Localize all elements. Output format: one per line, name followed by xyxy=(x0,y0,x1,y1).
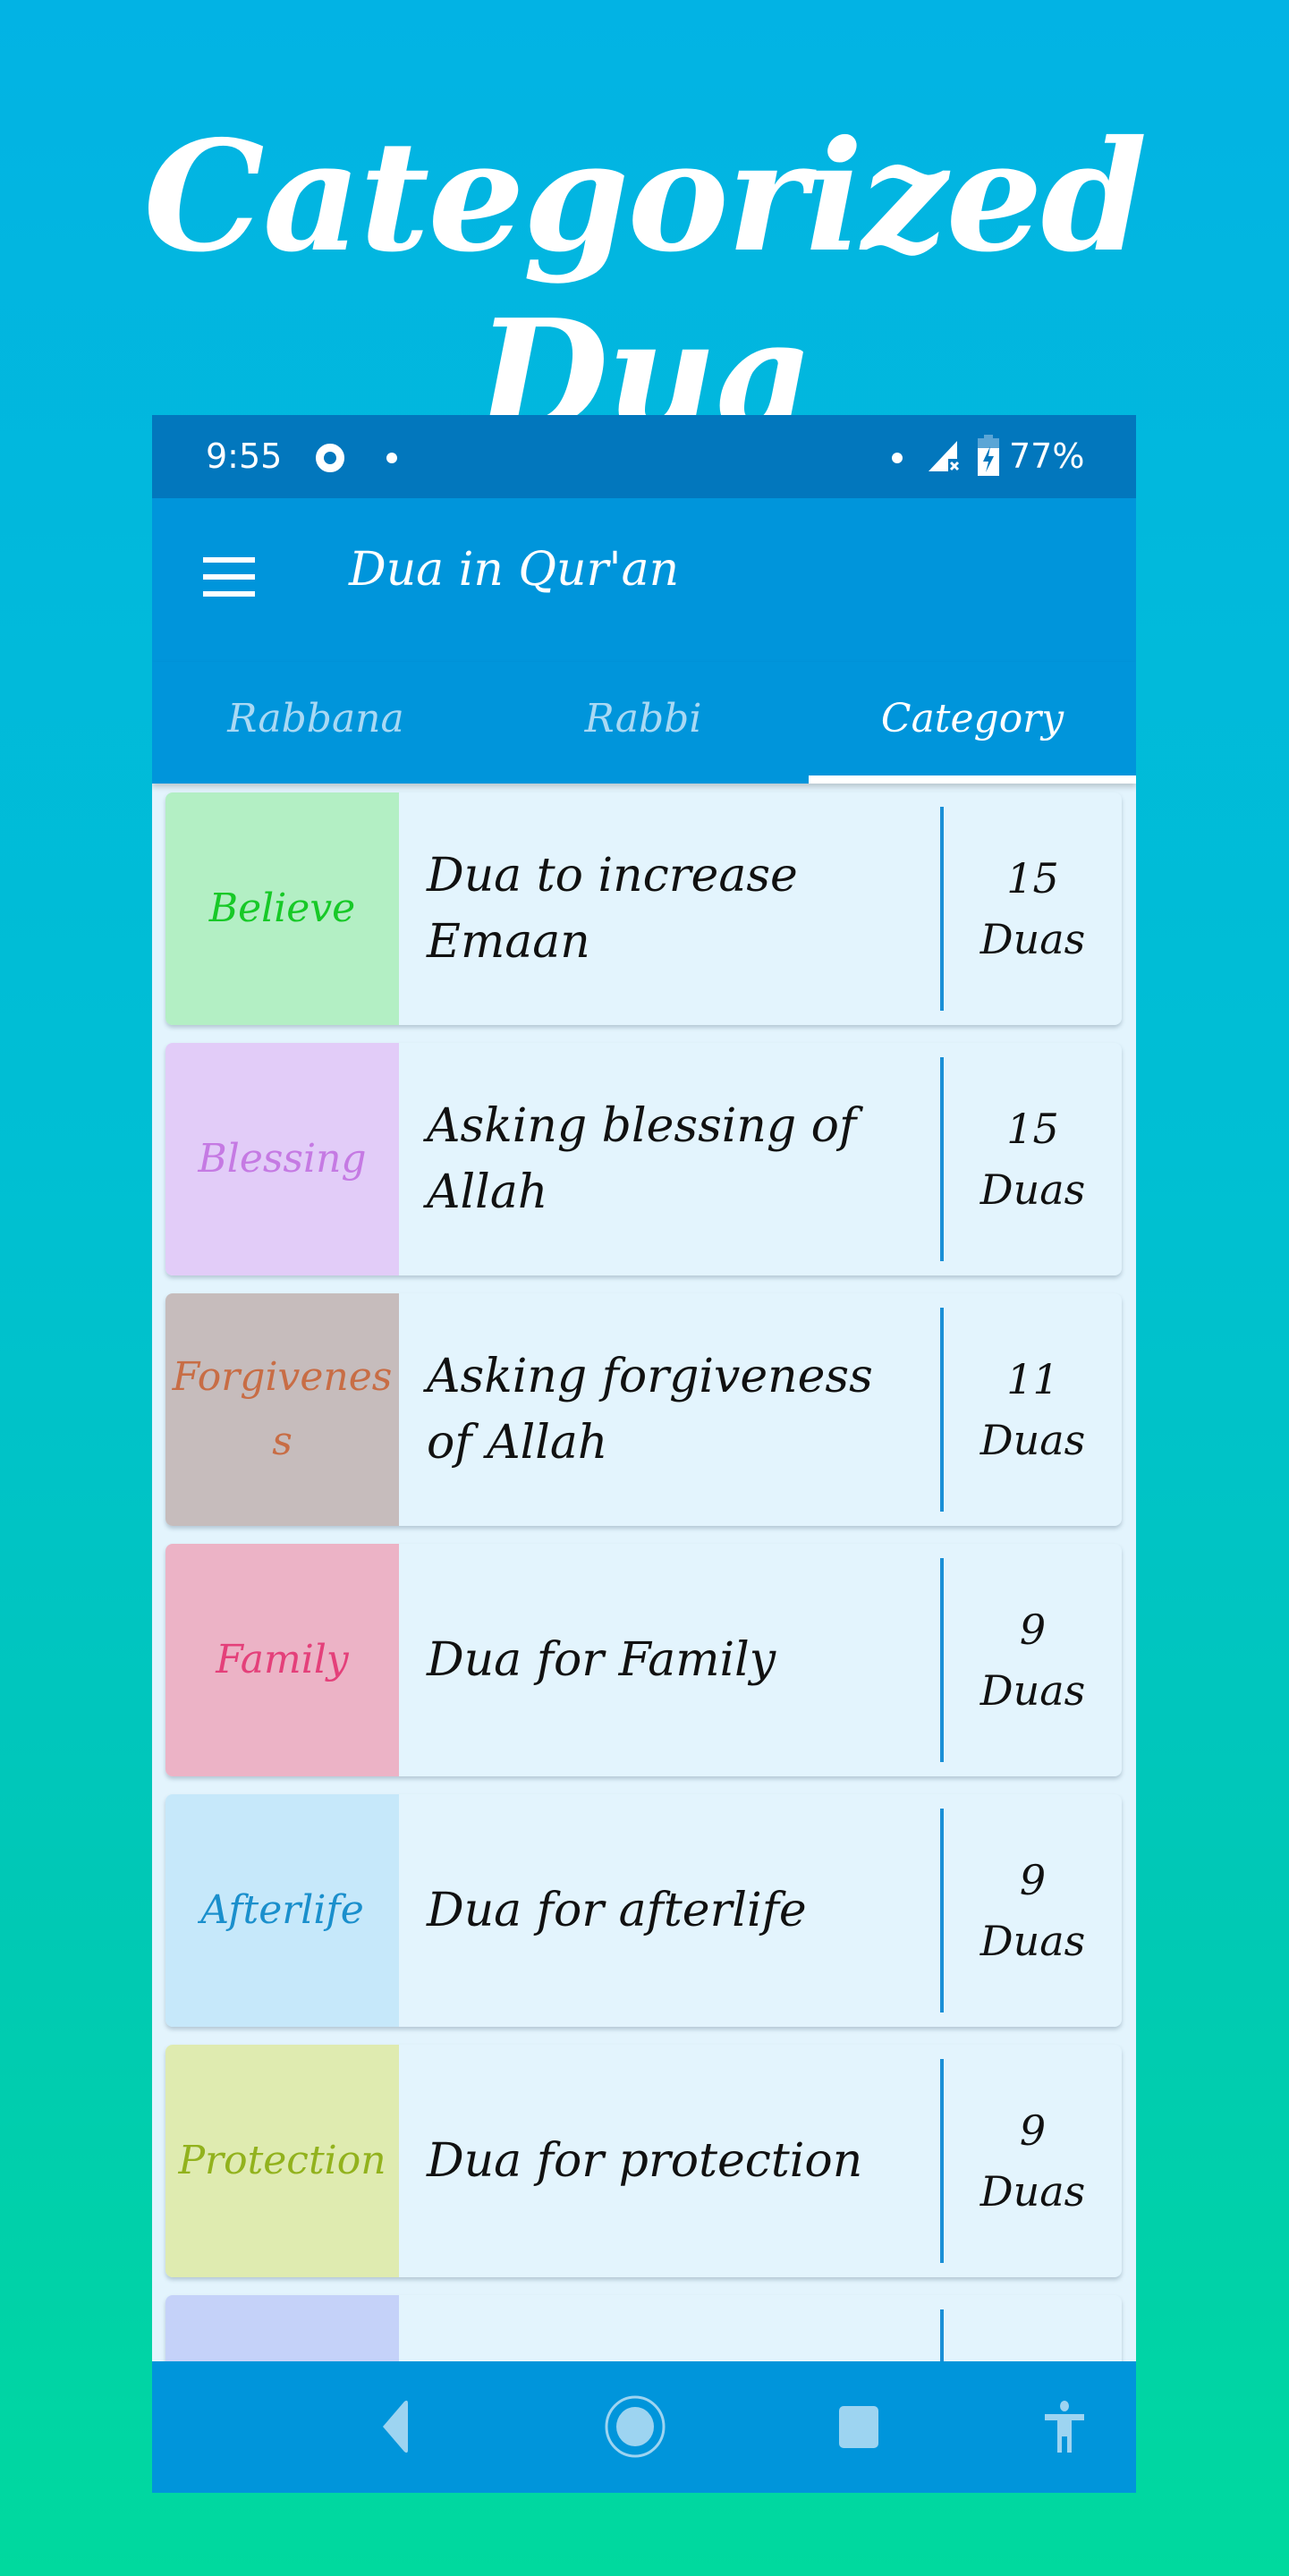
category-tag: Blessing xyxy=(165,1043,399,1275)
system-nav-bar xyxy=(152,2361,1136,2493)
phone-screen: 9:55 77% Dua in Qur'an Rabbana Rabbi Cat… xyxy=(152,415,1136,2493)
category-tag: Family xyxy=(165,1544,399,1776)
app-bar: Dua in Qur'an xyxy=(152,498,1136,662)
hamburger-menu-icon[interactable] xyxy=(203,557,255,597)
category-tag: Afterlife xyxy=(165,1794,399,2027)
category-card-believe[interactable]: Believe Dua to increase Emaan 15 Duas xyxy=(165,792,1122,1025)
dua-count: 11 Duas xyxy=(944,1293,1122,1526)
signal-no-service-icon xyxy=(929,441,960,471)
tab-rabbana[interactable]: Rabbana xyxy=(152,662,479,784)
dua-count-unit: Duas xyxy=(979,1666,1086,1715)
category-card-protection[interactable]: Protection Dua for protection 9 Duas xyxy=(165,2045,1122,2277)
category-title: Asking blessing of Allah xyxy=(427,1099,857,1219)
status-bar: 9:55 77% xyxy=(152,415,1136,498)
category-title: Dua for Family xyxy=(427,1633,776,1687)
tab-bar: Rabbana Rabbi Category xyxy=(152,662,1136,784)
accessibility-icon[interactable] xyxy=(1038,2361,1091,2493)
dua-count-unit: Duas xyxy=(979,1165,1086,1214)
home-icon[interactable] xyxy=(599,2361,671,2493)
category-card-afterlife[interactable]: Afterlife Dua for afterlife 9 Duas xyxy=(165,1794,1122,2027)
dua-count: 9 Duas xyxy=(944,1794,1122,2027)
battery-percent: 77% xyxy=(1009,436,1085,476)
category-tag xyxy=(165,2295,399,2361)
category-card-forgiveness[interactable]: Forgiveness Asking forgiveness of Allah … xyxy=(165,1293,1122,1526)
category-title: Dua to increase Emaan xyxy=(427,849,798,969)
tab-indicator xyxy=(809,775,1136,784)
dua-count-number: 9 xyxy=(1019,2106,1047,2155)
dua-count-number: 9 xyxy=(1019,1606,1047,1654)
category-card-family[interactable]: Family Dua for Family 9 Duas xyxy=(165,1544,1122,1776)
category-tag: Forgiveness xyxy=(165,1293,399,1526)
dua-count: 15 Duas xyxy=(944,792,1122,1025)
category-title xyxy=(427,2295,928,2361)
dua-count-number: 15 xyxy=(1006,854,1059,902)
app-title: Dua in Qur'an xyxy=(349,543,680,597)
category-tag: Protection xyxy=(165,2045,399,2277)
tab-category[interactable]: Category xyxy=(809,662,1136,784)
battery-charging-icon xyxy=(978,435,999,476)
dua-count-unit: Duas xyxy=(979,2167,1086,2216)
promo-title: Categorized Dua xyxy=(143,107,1147,465)
category-title: Dua for afterlife xyxy=(427,1884,807,1937)
dua-count-number: 15 xyxy=(1006,1105,1059,1153)
dua-count xyxy=(944,2295,1122,2361)
dua-count-number: 11 xyxy=(1006,1355,1059,1403)
dua-count: 9 Duas xyxy=(944,2045,1122,2277)
category-title: Dua for protection xyxy=(427,2134,863,2188)
recents-icon[interactable] xyxy=(832,2361,886,2493)
notification-dot-icon xyxy=(892,453,903,463)
dua-count-unit: Duas xyxy=(979,915,1086,963)
sync-icon xyxy=(316,444,344,472)
dua-count: 9 Duas xyxy=(944,1544,1122,1776)
category-card-blessing[interactable]: Blessing Asking blessing of Allah 15 Dua… xyxy=(165,1043,1122,1275)
category-card-partial[interactable] xyxy=(165,2295,1122,2361)
category-tag: Believe xyxy=(165,792,399,1025)
status-time: 9:55 xyxy=(206,436,283,476)
notification-dot-icon xyxy=(386,453,397,463)
dua-count: 15 Duas xyxy=(944,1043,1122,1275)
dua-count-unit: Duas xyxy=(979,1917,1086,1965)
dua-count-number: 9 xyxy=(1019,1856,1047,1904)
dua-count-unit: Duas xyxy=(979,1416,1086,1464)
back-icon[interactable] xyxy=(367,2361,420,2493)
tab-rabbi[interactable]: Rabbi xyxy=(479,662,807,784)
category-list[interactable]: Believe Dua to increase Emaan 15 Duas Bl… xyxy=(152,784,1136,2361)
category-title: Asking forgiveness of Allah xyxy=(427,1350,873,1470)
